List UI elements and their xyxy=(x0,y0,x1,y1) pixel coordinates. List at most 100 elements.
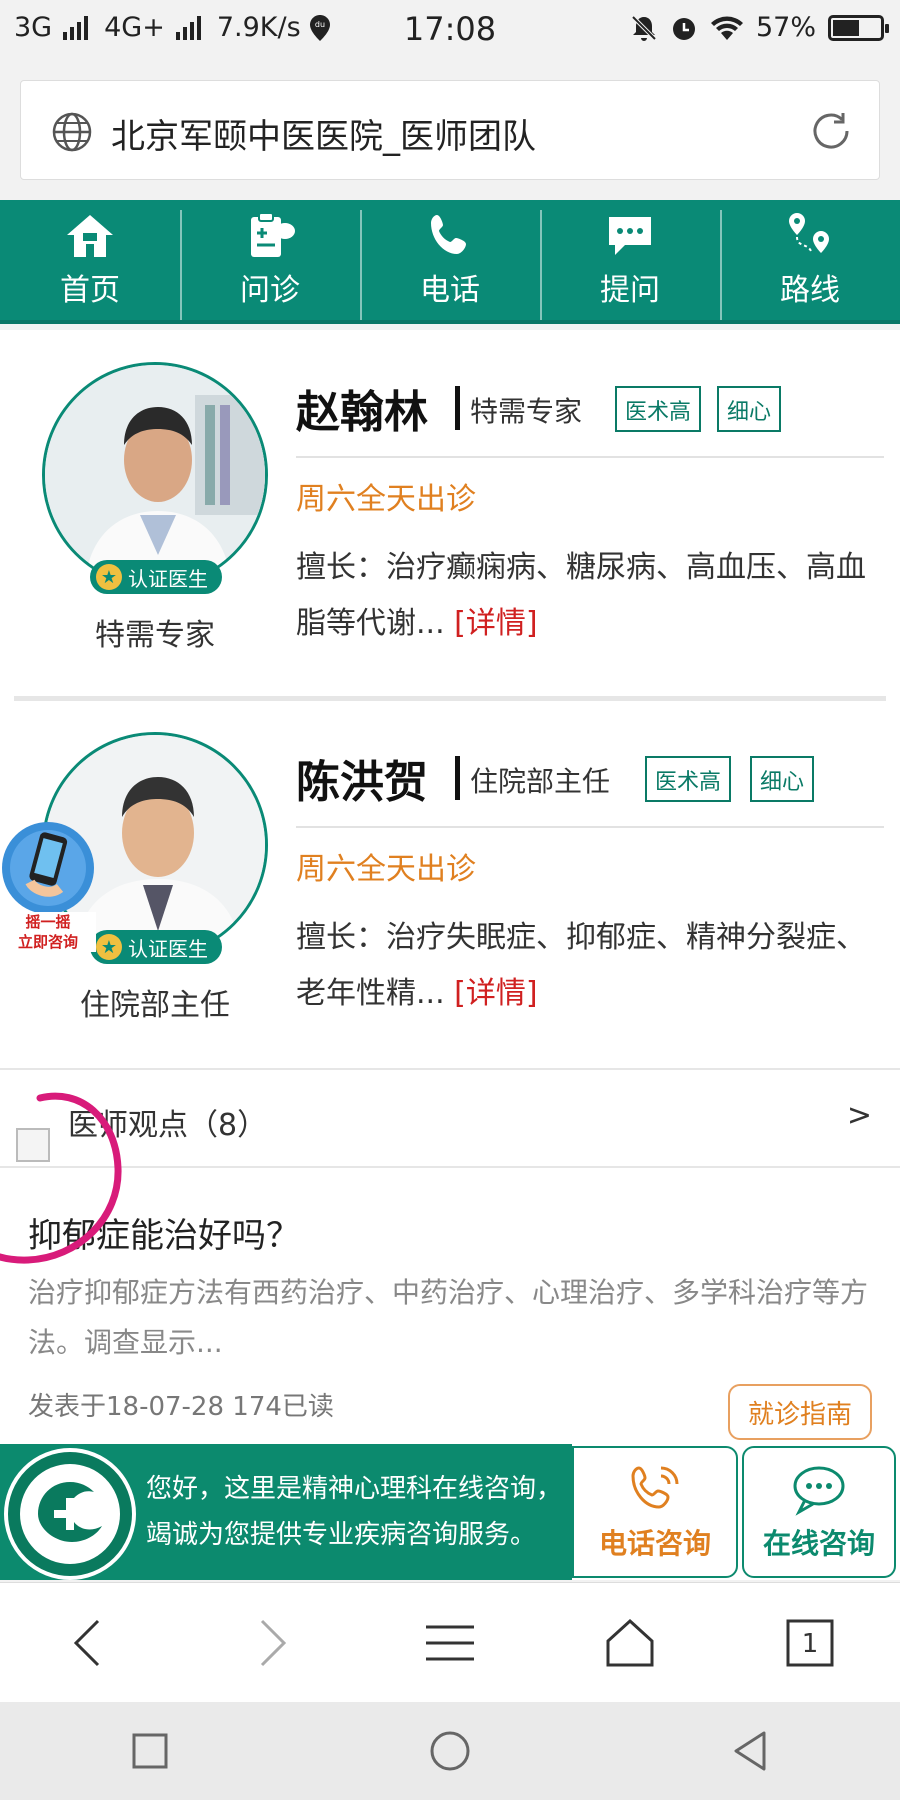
battery-percent: 57% xyxy=(755,12,816,43)
consult-text: 您好，这里是精神心理科在线咨询， 竭诚为您提供专业疾病咨询服务。 xyxy=(146,1466,562,1558)
star-icon: ★ xyxy=(96,564,122,590)
status-left: 3G 4G+ 7.9K/s du xyxy=(14,12,331,43)
home-button[interactable] xyxy=(540,1583,720,1702)
shake-phone-icon xyxy=(2,822,94,914)
signal-icon-2 xyxy=(175,15,201,40)
doctor-role: 住院部主任 xyxy=(80,988,230,1023)
wifi-icon xyxy=(710,16,743,40)
chevron-right-icon[interactable]: > xyxy=(847,1098,872,1133)
schedule-text: 周六全天出诊 xyxy=(296,852,476,887)
specialty-text: 擅长：治疗失眠症、抑郁症、精神分裂症、老年性精... [详情] xyxy=(296,910,886,1022)
chat-icon xyxy=(793,1466,845,1516)
nav-phone-label: 电话 xyxy=(420,273,480,308)
back-button[interactable] xyxy=(0,1583,180,1702)
article-summary[interactable]: 治疗抑郁症方法有西药治疗、中药治疗、心理治疗、多学科治疗等方法。调查显示... xyxy=(28,1268,874,1368)
menu-icon xyxy=(426,1625,474,1660)
visit-guide-button[interactable]: 就诊指南 xyxy=(728,1384,872,1440)
doctor-name[interactable]: 陈洪贺 xyxy=(296,746,428,810)
signal-icon xyxy=(63,15,89,40)
separator xyxy=(296,456,884,458)
phone-consult-label: 电话咨询 xyxy=(598,1527,711,1560)
detail-link[interactable]: [详情] xyxy=(454,606,537,641)
mute-bell-icon xyxy=(631,15,657,41)
certified-badge: ★ 认证医生 xyxy=(90,930,222,964)
menu-button[interactable] xyxy=(360,1583,540,1702)
browser-toolbar: 1 xyxy=(0,1582,900,1702)
triangle-back-icon xyxy=(734,1731,766,1771)
home-icon xyxy=(606,1618,654,1666)
consult-line-2: 竭诚为您提供专业疾病咨询服务。 xyxy=(146,1520,537,1550)
shake-line-1: 摇一摇 xyxy=(25,913,71,931)
star-icon: ★ xyxy=(96,934,122,960)
tabs-button[interactable]: 1 xyxy=(720,1583,900,1702)
network-type-4g: 4G+ xyxy=(104,12,165,43)
reload-icon[interactable] xyxy=(807,107,855,155)
doctor-photo[interactable] xyxy=(42,362,268,588)
consult-icon xyxy=(251,212,295,257)
nav-route-label: 路线 xyxy=(780,273,840,308)
nav-consult-label: 问诊 xyxy=(240,273,300,308)
network-type-3g: 3G xyxy=(14,12,53,43)
doctor-role: 特需专家 xyxy=(95,618,215,653)
specialty-content: 擅长：治疗癫痫病、糖尿病、高血压、高血脂等代谢... xyxy=(296,550,866,641)
separator xyxy=(296,826,884,828)
home-icon xyxy=(67,215,113,257)
nav-ask[interactable]: 提问 xyxy=(540,200,720,320)
nav-phone[interactable]: 电话 xyxy=(360,200,540,320)
schedule-text: 周六全天出诊 xyxy=(296,482,476,517)
certified-badge: ★ 认证医生 xyxy=(90,560,222,594)
article-meta: 发表于18-07-28 174已读 xyxy=(28,1392,334,1422)
circle-icon xyxy=(430,1731,470,1771)
shake-line-2: 立即咨询 xyxy=(17,933,78,951)
online-consult-button[interactable]: 在线咨询 xyxy=(742,1446,896,1578)
consult-bar: 您好，这里是精神心理科在线咨询， 竭诚为您提供专业疾病咨询服务。 电话咨询 在线… xyxy=(0,1444,900,1582)
pink-circle-annotation xyxy=(0,1092,122,1264)
square-icon xyxy=(132,1733,168,1769)
battery-fill xyxy=(833,19,859,36)
back-system-button[interactable] xyxy=(600,1702,900,1800)
nav-home[interactable]: 首页 xyxy=(0,200,180,320)
phone-consult-button[interactable]: 电话咨询 xyxy=(572,1446,738,1578)
location-icon: du xyxy=(309,14,330,41)
doctor-name[interactable]: 赵翰林 xyxy=(296,376,428,440)
consult-line-1: 您好，这里是精神心理科在线咨询， xyxy=(146,1474,563,1504)
detail-link[interactable]: [详情] xyxy=(454,976,537,1011)
doctor-portrait-image xyxy=(45,365,265,585)
chevron-right-icon xyxy=(260,1619,287,1666)
status-bar: 3G 4G+ 7.9K/s du 17:08 57% xyxy=(0,0,900,60)
tag-skill: 医术高 xyxy=(615,386,702,432)
certified-label: 认证医生 xyxy=(128,936,208,961)
home-system-button[interactable] xyxy=(300,1702,600,1800)
chevron-left-icon xyxy=(73,1619,100,1666)
site-nav: 首页 问诊 电话 提问 路线 xyxy=(0,200,900,324)
hospital-logo xyxy=(4,1448,136,1580)
specialty-text: 擅长：治疗癫痫病、糖尿病、高血压、高血脂等代谢... [详情] xyxy=(296,540,886,652)
specialty-content: 擅长：治疗失眠症、抑郁症、精神分裂症、老年性精... xyxy=(296,920,866,1011)
doctor-card[interactable]: ★ 认证医生 特需专家 赵翰林 特需专家 医术高 细心 周六全天出诊 擅长：治疗… xyxy=(0,330,900,690)
recents-button[interactable] xyxy=(0,1702,300,1800)
shake-label: 摇一摇 立即咨询 xyxy=(0,912,96,952)
doctor-card[interactable]: ★ 认证医生 住院部主任 陈洪贺 住院部主任 医术高 细心 周六全天出诊 擅长：… xyxy=(0,700,900,1060)
name-divider xyxy=(455,756,460,800)
doctor-title: 住院部主任 xyxy=(470,765,611,798)
nav-consult[interactable]: 问诊 xyxy=(180,200,360,320)
forward-button[interactable] xyxy=(180,1583,360,1702)
tag-careful: 细心 xyxy=(750,756,815,802)
shake-consult-float[interactable]: 摇一摇 立即咨询 xyxy=(0,820,96,960)
doctor-title: 特需专家 xyxy=(470,395,583,428)
globe-icon xyxy=(52,112,92,152)
nav-route[interactable]: 路线 xyxy=(720,200,900,320)
nav-ask-label: 提问 xyxy=(600,273,660,308)
route-icon xyxy=(789,213,829,253)
svg-text:du: du xyxy=(315,20,325,29)
chat-icon xyxy=(609,217,651,255)
tab-count: 1 xyxy=(802,1629,819,1659)
status-right: 57% xyxy=(630,12,889,43)
nav-home-label: 首页 xyxy=(60,273,120,308)
address-bar[interactable]: 北京军颐中医医院_医师团队 xyxy=(20,80,880,180)
tag-skill: 医术高 xyxy=(645,756,732,802)
phone-icon xyxy=(431,215,466,254)
page-title[interactable]: 北京军颐中医医院_医师团队 xyxy=(111,109,536,158)
tag-careful: 细心 xyxy=(717,386,782,432)
network-speed: 7.9K/s xyxy=(216,12,301,43)
